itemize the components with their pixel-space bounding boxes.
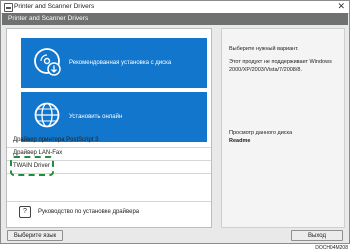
readme-link[interactable]: Readme bbox=[229, 138, 343, 146]
header-title: Printer and Scanner Drivers bbox=[8, 15, 89, 22]
browse-disc-link[interactable]: Просмотр данного диска bbox=[229, 130, 343, 138]
prompt-text: Выберите нужный вариант. bbox=[229, 46, 299, 52]
close-icon[interactable]: ✕ bbox=[337, 1, 345, 12]
driver-item-postscript[interactable]: Драйвер принтера PostScript 3 bbox=[13, 135, 213, 146]
recommended-install-button[interactable]: Рекомендованная установка с диска bbox=[21, 38, 207, 88]
globe-icon bbox=[34, 102, 60, 128]
install-guide-link[interactable]: Руководство по установке драйвера bbox=[38, 207, 139, 217]
header-bar: Printer and Scanner Drivers bbox=[2, 13, 348, 25]
divider bbox=[7, 201, 211, 202]
select-language-button[interactable]: Выберите язык bbox=[7, 230, 63, 241]
support-note: Этот продукт не поддерживает Windows 200… bbox=[229, 59, 332, 73]
twain-driver-highlight bbox=[10, 156, 54, 176]
help-icon[interactable]: ? bbox=[19, 206, 31, 218]
recommended-install-label: Рекомендованная установка с диска bbox=[69, 60, 172, 66]
app-icon bbox=[4, 3, 13, 12]
installer-window: Printer and Scanner Drivers ✕ Printer an… bbox=[0, 0, 350, 244]
disc-install-icon bbox=[34, 48, 61, 76]
options-pane: Рекомендованная установка с диска Устано… bbox=[6, 28, 212, 228]
window-title: Printer and Scanner Drivers bbox=[14, 3, 95, 10]
figure-caption: DOCH04M208 bbox=[315, 245, 348, 251]
exit-button[interactable]: Выход bbox=[291, 230, 343, 241]
info-pane: Выберите нужный вариант. Этот продукт не… bbox=[221, 28, 345, 228]
